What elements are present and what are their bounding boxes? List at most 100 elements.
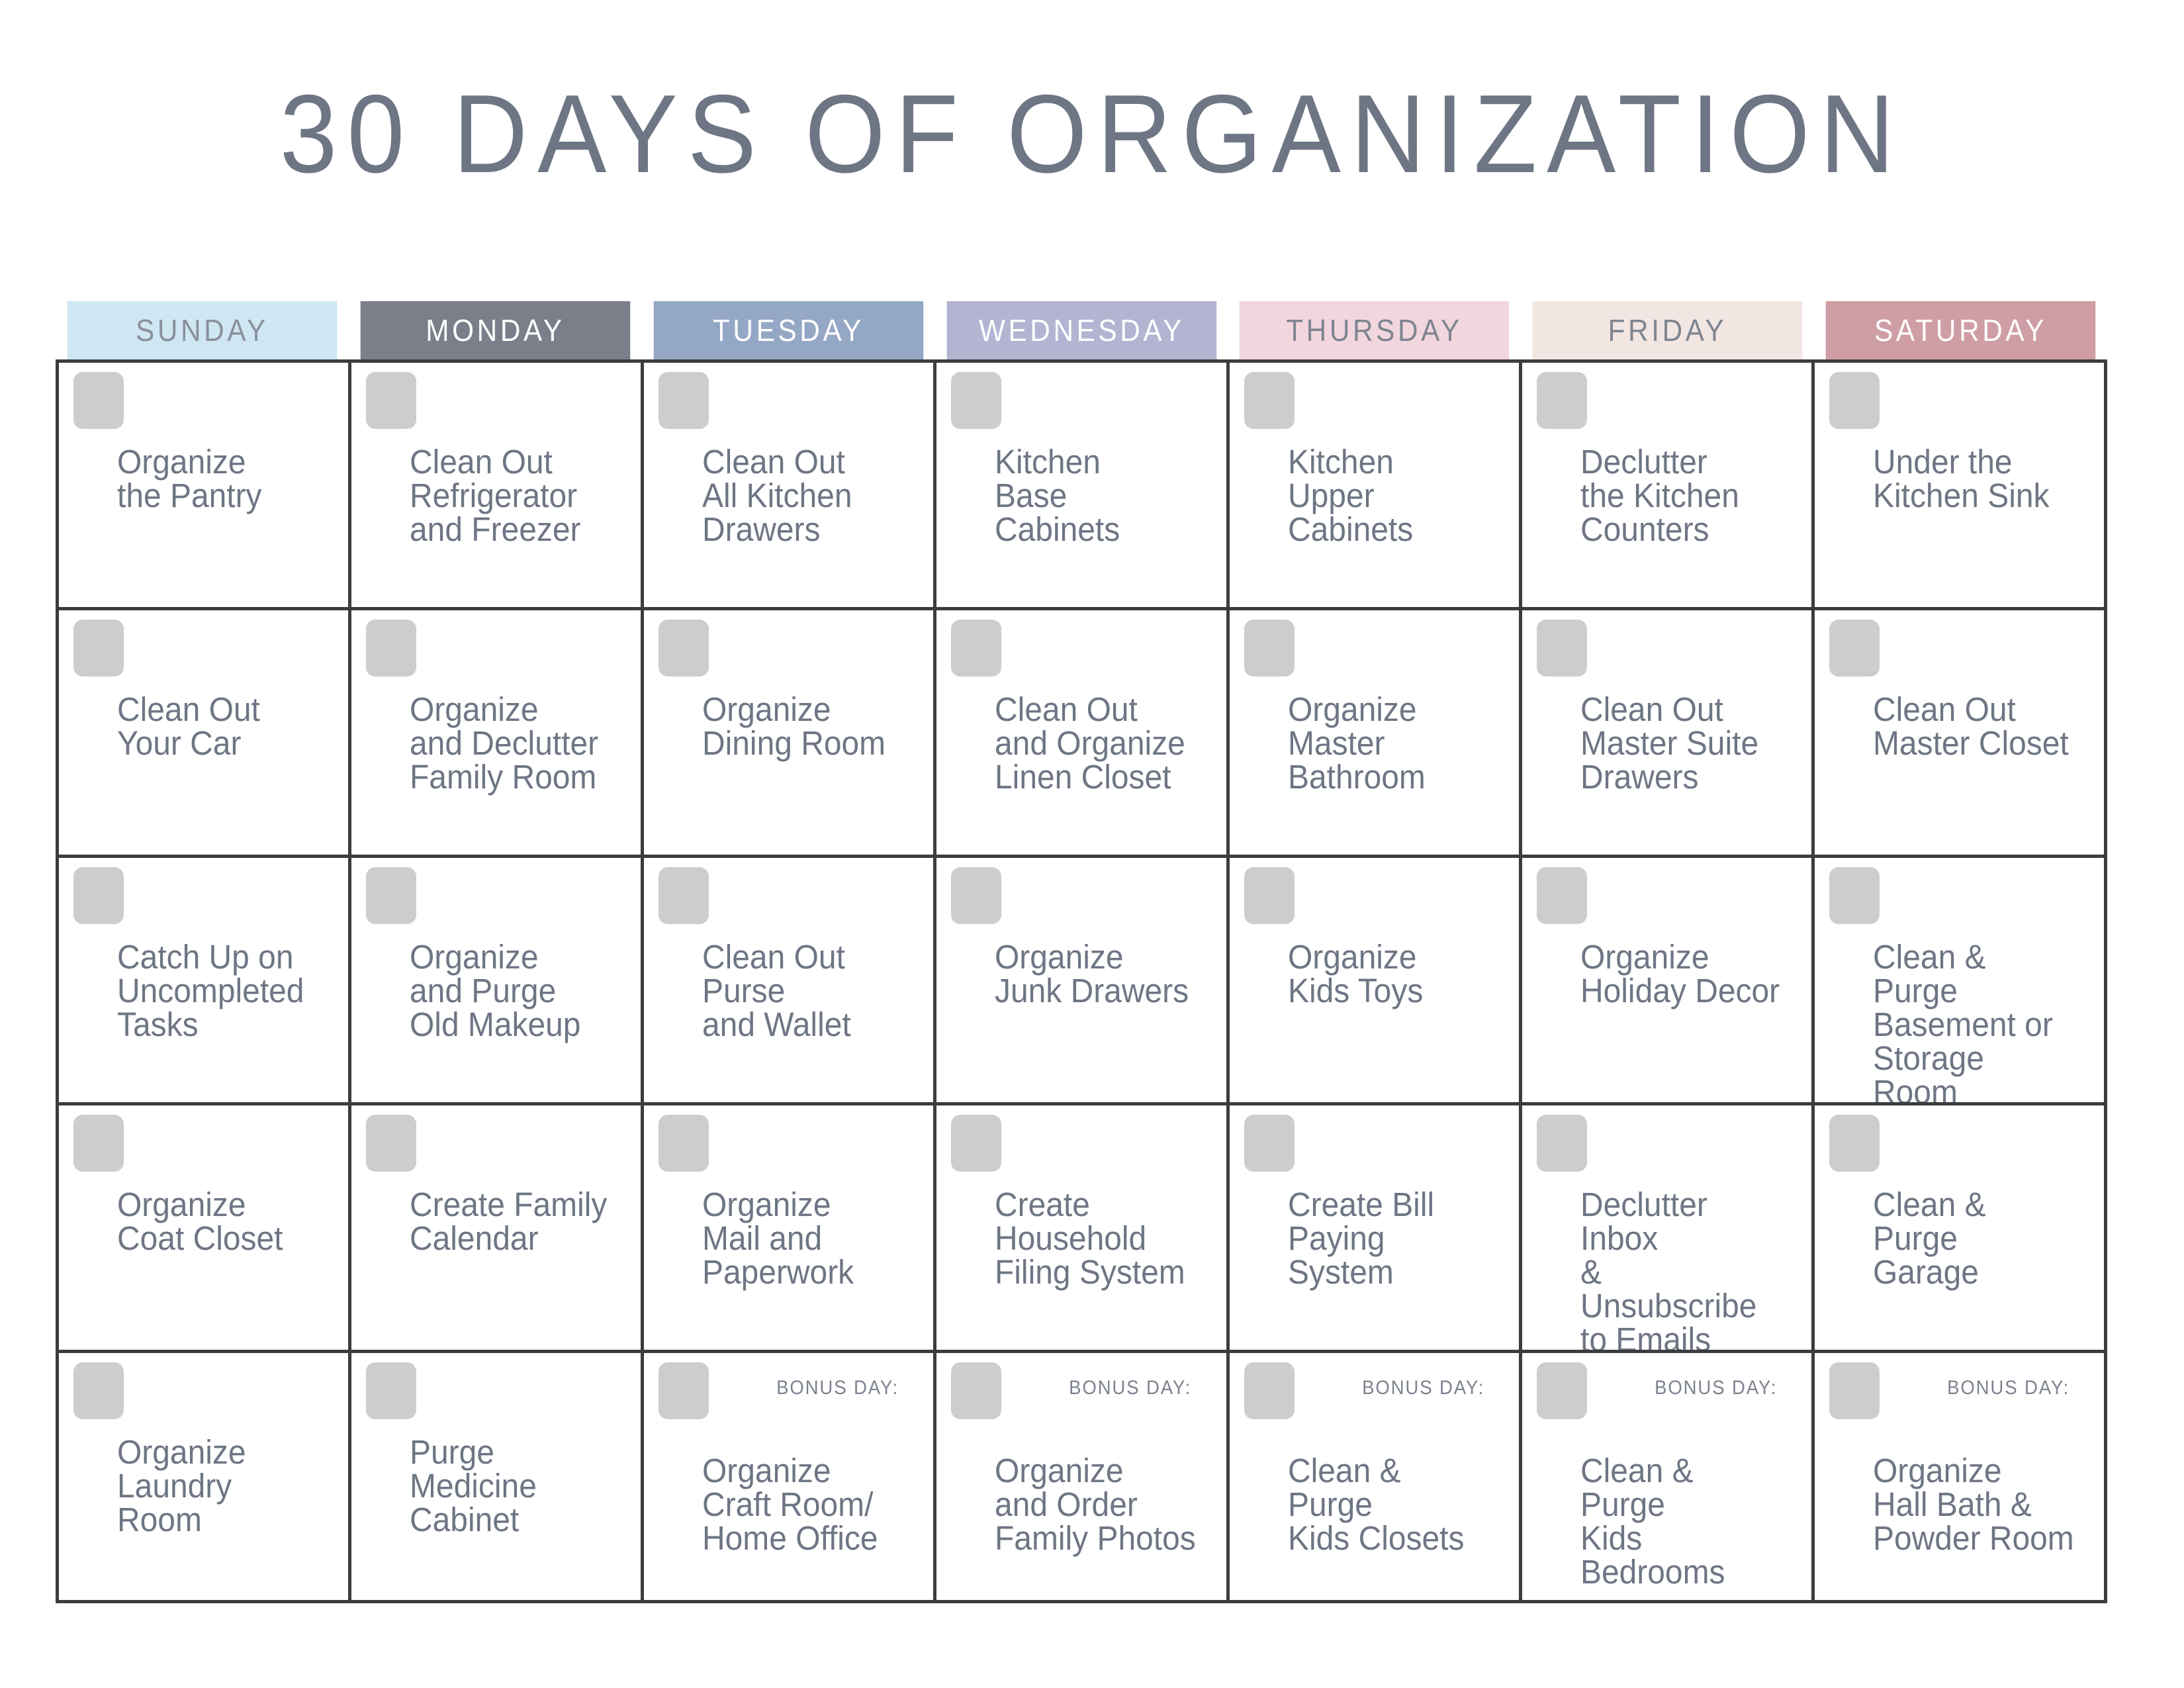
- checkbox-icon[interactable]: [366, 1115, 416, 1172]
- calendar-week-row: Organize Laundry RoomPurge Medicine Cabi…: [59, 1353, 2107, 1603]
- checkbox-icon[interactable]: [1244, 1362, 1295, 1419]
- checkbox-icon[interactable]: [659, 1362, 709, 1419]
- checkbox-icon[interactable]: [1244, 372, 1295, 429]
- calendar-day-cell[interactable]: Clean Out Master Suite Drawers: [1522, 610, 1815, 858]
- task-text: Clean Out and Organize Linen Closet: [995, 692, 1197, 794]
- calendar-day-cell[interactable]: Clean Out Purse and Wallet: [644, 858, 936, 1105]
- task-text: Kitchen Upper Cabinets: [1288, 445, 1490, 546]
- calendar-day-cell[interactable]: Declutter the Kitchen Counters: [1522, 363, 1815, 610]
- checkbox-icon[interactable]: [1829, 867, 1880, 924]
- calendar-day-cell[interactable]: Organize and Purge Old Makeup: [351, 858, 644, 1105]
- checkbox-icon[interactable]: [951, 1115, 1001, 1172]
- task-text: Organize the Pantry: [117, 445, 320, 512]
- task-text: Under the Kitchen Sink: [1873, 445, 2075, 512]
- task-text: Clean Out Master Suite Drawers: [1580, 692, 1783, 794]
- calendar-day-cell[interactable]: Organize Holiday Decor: [1522, 858, 1815, 1105]
- weekday-header-wednesday: WEDNESDAY: [946, 301, 1216, 359]
- calendar-day-cell[interactable]: Organize Kids Toys: [1230, 858, 1522, 1105]
- bonus-day-label: BONUS DAY:: [776, 1377, 899, 1399]
- task-text: Clean & Purge Kids Bedrooms: [1580, 1454, 1783, 1589]
- checkbox-icon[interactable]: [659, 867, 709, 924]
- calendar-day-cell[interactable]: Kitchen Upper Cabinets: [1230, 363, 1522, 610]
- calendar-day-cell[interactable]: Create Household Filing System: [936, 1105, 1229, 1353]
- calendar-grid: Organize the Pantry Clean Out Refrigerato…: [56, 359, 2107, 1603]
- task-text: Organize and Order Family Photos: [995, 1454, 1197, 1555]
- checkbox-icon[interactable]: [951, 372, 1001, 429]
- checkbox-icon[interactable]: [1537, 372, 1587, 429]
- calendar: SUNDAYMONDAYTUESDAYWEDNESDAYTHURSDAYFRID…: [56, 301, 2107, 1603]
- checkbox-icon[interactable]: [366, 867, 416, 924]
- calendar-day-cell[interactable]: Catch Up on Uncompleted Tasks: [59, 858, 351, 1105]
- checkbox-icon[interactable]: [951, 1362, 1001, 1419]
- calendar-day-cell[interactable]: Organize Junk Drawers: [936, 858, 1229, 1105]
- checkbox-icon[interactable]: [1244, 1115, 1295, 1172]
- calendar-day-cell[interactable]: Clean Out All Kitchen Drawers: [644, 363, 936, 610]
- task-text: Organize Master Bathroom: [1288, 692, 1490, 794]
- task-text: Organize Junk Drawers: [995, 940, 1197, 1008]
- weekday-header-thursday: THURSDAY: [1240, 301, 1509, 359]
- calendar-day-cell[interactable]: Kitchen Base Cabinets: [936, 363, 1229, 610]
- checkbox-icon[interactable]: [73, 1115, 124, 1172]
- checkbox-icon[interactable]: [1537, 1362, 1587, 1419]
- weekday-header-friday: FRIDAY: [1533, 301, 1802, 359]
- checkbox-icon[interactable]: [1537, 867, 1587, 924]
- checkbox-icon[interactable]: [1244, 620, 1295, 677]
- calendar-day-cell[interactable]: Clean Out and Organize Linen Closet: [936, 610, 1229, 858]
- checkbox-icon[interactable]: [1829, 1362, 1880, 1419]
- checkbox-icon[interactable]: [73, 867, 124, 924]
- calendar-day-cell[interactable]: BONUS DAY: Organize and Order Family Phot…: [936, 1353, 1229, 1603]
- calendar-day-cell[interactable]: BONUS DAY: Organize Hall Bath & Powder Ro…: [1815, 1353, 2107, 1603]
- calendar-day-cell[interactable]: Clean Out Master Closet: [1815, 610, 2107, 858]
- calendar-day-cell[interactable]: Declutter Inbox & Unsubscribe to Emails: [1522, 1105, 1815, 1353]
- task-text: Clean & Purge Garage: [1873, 1188, 2075, 1289]
- calendar-day-cell[interactable]: Organize Mail and Paperwork: [644, 1105, 936, 1353]
- checkbox-icon[interactable]: [659, 620, 709, 677]
- checkbox-icon[interactable]: [1829, 1115, 1880, 1172]
- calendar-day-cell[interactable]: BONUS DAY:Clean & Purge Kids Bedrooms: [1522, 1353, 1815, 1603]
- calendar-day-cell[interactable]: Organize Master Bathroom: [1230, 610, 1522, 858]
- task-text: Organize Craft Room/ Home Office: [702, 1454, 905, 1555]
- checkbox-icon[interactable]: [1829, 372, 1880, 429]
- calendar-day-cell[interactable]: BONUS DAY:Clean & Purge Kids Closets: [1230, 1353, 1522, 1603]
- bonus-day-label: BONUS DAY:: [1069, 1377, 1191, 1399]
- checkbox-icon[interactable]: [1537, 620, 1587, 677]
- checkbox-icon[interactable]: [951, 867, 1001, 924]
- checkbox-icon[interactable]: [73, 1362, 124, 1419]
- calendar-day-cell[interactable]: Create Bill Paying System: [1230, 1105, 1522, 1353]
- calendar-week-row: Organize the Pantry Clean Out Refrigerato…: [59, 363, 2107, 610]
- checkbox-icon[interactable]: [659, 1115, 709, 1172]
- checkbox-icon[interactable]: [366, 1362, 416, 1419]
- calendar-week-row: Clean Out Your Car Organize and Declutter…: [59, 610, 2107, 858]
- calendar-day-cell[interactable]: Under the Kitchen Sink: [1815, 363, 2107, 610]
- calendar-day-cell[interactable]: Create Family Calendar: [351, 1105, 644, 1353]
- calendar-page: 30 DAYS OF ORGANIZATION SUNDAYMONDAYTUES…: [0, 0, 2184, 1688]
- calendar-week-row: Catch Up on Uncompleted TasksOrganize an…: [59, 858, 2107, 1105]
- calendar-day-cell[interactable]: Organize Dining Room: [644, 610, 936, 858]
- calendar-day-cell[interactable]: Clean & Purge Basement or Storage Room: [1815, 858, 2107, 1105]
- calendar-day-cell[interactable]: Clean Out Your Car: [59, 610, 351, 858]
- checkbox-icon[interactable]: [951, 620, 1001, 677]
- task-text: Organize Holiday Decor: [1580, 940, 1783, 1008]
- checkbox-icon[interactable]: [1829, 620, 1880, 677]
- calendar-day-cell[interactable]: Purge Medicine Cabinet: [351, 1353, 644, 1603]
- checkbox-icon[interactable]: [366, 372, 416, 429]
- calendar-day-cell[interactable]: Organize the Pantry: [59, 363, 351, 610]
- calendar-day-cell[interactable]: Organize and Declutter Family Room: [351, 610, 644, 858]
- task-text: Kitchen Base Cabinets: [995, 445, 1197, 546]
- checkbox-icon[interactable]: [73, 372, 124, 429]
- calendar-day-cell[interactable]: Organize Coat Closet: [59, 1105, 351, 1353]
- bonus-day-label: BONUS DAY:: [1947, 1377, 2070, 1399]
- checkbox-icon[interactable]: [659, 372, 709, 429]
- calendar-day-cell[interactable]: Organize Laundry Room: [59, 1353, 351, 1603]
- task-text: Create Bill Paying System: [1288, 1188, 1490, 1289]
- calendar-day-cell[interactable]: BONUS DAY: Organize Craft Room/ Home Offi…: [644, 1353, 936, 1603]
- checkbox-icon[interactable]: [1244, 867, 1295, 924]
- task-text: Organize Hall Bath & Powder Room: [1873, 1454, 2075, 1555]
- task-text: Clean Out All Kitchen Drawers: [702, 445, 905, 546]
- task-text: Clean Out Your Car: [117, 692, 320, 760]
- checkbox-icon[interactable]: [366, 620, 416, 677]
- checkbox-icon[interactable]: [73, 620, 124, 677]
- calendar-day-cell[interactable]: Clean Out Refrigerator and Freezer: [351, 363, 644, 610]
- calendar-day-cell[interactable]: Clean & Purge Garage: [1815, 1105, 2107, 1353]
- checkbox-icon[interactable]: [1537, 1115, 1587, 1172]
